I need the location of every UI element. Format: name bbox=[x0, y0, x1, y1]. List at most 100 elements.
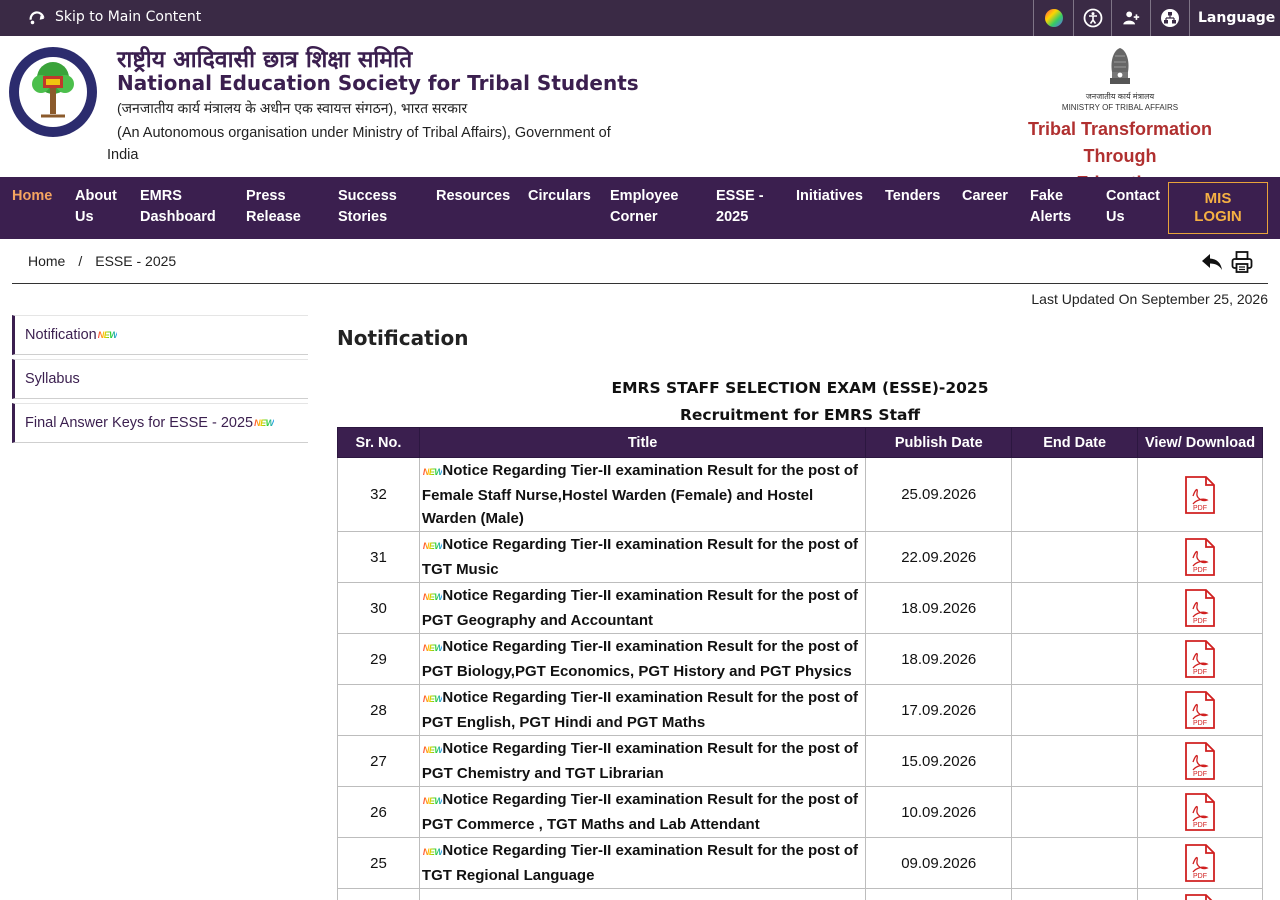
cell-title[interactable]: NEWNotice Regarding Tier-II examination … bbox=[418, 582, 867, 634]
org-subtitle-line1: (An Autonomous organisation under Minist… bbox=[117, 125, 611, 141]
notice-title-link[interactable]: Notice Regarding Tier-II examination Res… bbox=[422, 689, 858, 731]
table-row: 30 NEWNotice Regarding Tier-II examinatio… bbox=[337, 582, 1263, 634]
notice-title-link[interactable]: Notice Regarding Tier-II examination Res… bbox=[422, 638, 858, 680]
pdf-icon[interactable]: PDF bbox=[1184, 793, 1216, 831]
pdf-icon[interactable]: PDF bbox=[1184, 589, 1216, 627]
cell-sr-no: 29 bbox=[337, 633, 420, 685]
language-label: Language bbox=[1198, 10, 1276, 26]
notice-title-link[interactable]: Notice Regarding Tier-II examination Res… bbox=[422, 587, 858, 629]
cell-download: PDF bbox=[1137, 633, 1263, 685]
cell-end-date bbox=[1011, 837, 1139, 889]
org-subtitle-line2: India bbox=[107, 147, 139, 163]
sidebar-item-syllabus[interactable]: Syllabus bbox=[12, 359, 308, 399]
back-icon[interactable] bbox=[1200, 251, 1224, 273]
notice-title-link[interactable]: Notice Regarding Tier-II examination Res… bbox=[422, 842, 858, 884]
cell-sr-no: 25 bbox=[337, 837, 420, 889]
cell-title[interactable]: NEWNotice Regarding Tier-II examination … bbox=[418, 888, 867, 900]
cell-title[interactable]: NEWNotice Regarding Tier-II examination … bbox=[418, 531, 867, 583]
column-header-sr-no: Sr. No. bbox=[337, 427, 420, 458]
site-header: राष्ट्रीय आदिवासी छात्र शिक्षा समिति Nat… bbox=[0, 36, 1280, 193]
notice-title-link[interactable]: Notice Regarding Tier-II examination Res… bbox=[422, 791, 858, 833]
nav-tenders[interactable]: Tenders bbox=[885, 186, 940, 207]
svg-text:PDF: PDF bbox=[1193, 618, 1207, 625]
color-contrast-button[interactable] bbox=[1033, 0, 1073, 36]
mis-login-button[interactable]: MIS LOGIN bbox=[1168, 182, 1268, 234]
cell-title[interactable]: NEWNotice Regarding Tier-II examination … bbox=[418, 735, 867, 787]
cell-download: PDF bbox=[1137, 684, 1263, 736]
ministry-hindi: जनजातीय कार्य मंत्रालय bbox=[1085, 92, 1155, 101]
color-contrast-icon bbox=[1044, 9, 1063, 27]
cell-end-date bbox=[1011, 582, 1139, 634]
nav-resources[interactable]: Resources bbox=[436, 186, 510, 207]
cell-publish-date: 15.09.2026 bbox=[865, 735, 1013, 787]
cell-publish-date: 17.09.2026 bbox=[865, 684, 1013, 736]
last-updated: Last Updated On September 25, 2026 bbox=[1031, 291, 1268, 307]
cell-publish-date: 22.09.2026 bbox=[865, 531, 1013, 583]
breadcrumb-home[interactable]: Home bbox=[28, 253, 65, 269]
notice-title-link[interactable]: Notice Regarding Tier-II examination Res… bbox=[422, 536, 858, 578]
cell-title[interactable]: NEWNotice Regarding Tier-II examination … bbox=[418, 457, 867, 532]
nav-emrs-dashboard[interactable]: EMRS Dashboard bbox=[140, 186, 216, 228]
cell-title[interactable]: NEWNotice Regarding Tier-II examination … bbox=[418, 837, 867, 889]
school-logo[interactable] bbox=[7, 44, 99, 140]
nav-fake-alerts[interactable]: Fake Alerts bbox=[1030, 186, 1071, 228]
sidebar-item-notification[interactable]: Notification NEW bbox=[12, 315, 308, 355]
accessibility-button[interactable] bbox=[1073, 0, 1111, 36]
new-badge: NEW bbox=[423, 841, 443, 864]
new-badge: NEW bbox=[97, 330, 118, 340]
skip-icon bbox=[29, 11, 45, 25]
pdf-icon[interactable]: PDF bbox=[1184, 742, 1216, 780]
sitemap-button[interactable] bbox=[1150, 0, 1189, 36]
cell-publish-date: 07.09.2026 bbox=[865, 888, 1013, 900]
nav-press-release[interactable]: Press Release bbox=[246, 186, 301, 228]
pdf-icon[interactable]: PDF bbox=[1184, 691, 1216, 729]
pdf-icon[interactable]: PDF bbox=[1184, 894, 1216, 900]
skip-to-main-link[interactable]: Skip to Main Content bbox=[28, 8, 201, 26]
print-icon[interactable] bbox=[1231, 250, 1253, 274]
cell-title[interactable]: NEWNotice Regarding Tier-II examination … bbox=[418, 684, 867, 736]
national-emblem-icon bbox=[1110, 48, 1130, 84]
cell-title[interactable]: NEWNotice Regarding Tier-II examination … bbox=[418, 786, 867, 838]
cell-publish-date: 18.09.2026 bbox=[865, 633, 1013, 685]
nav-success-stories[interactable]: Success Stories bbox=[338, 186, 397, 228]
cell-sr-no: 31 bbox=[337, 531, 420, 583]
cell-sr-no: 26 bbox=[337, 786, 420, 838]
accessibility-icon bbox=[1083, 8, 1102, 28]
pdf-icon[interactable]: PDF bbox=[1184, 475, 1216, 514]
users-button[interactable] bbox=[1111, 0, 1150, 36]
exam-title: EMRS STAFF SELECTION EXAM (ESSE)-2025 bbox=[611, 379, 989, 397]
org-subtitle-english: (An Autonomous organisation under Minist… bbox=[107, 122, 657, 166]
nav-contact-us[interactable]: Contact Us bbox=[1106, 186, 1160, 228]
nav-employee-corner[interactable]: Employee Corner bbox=[610, 186, 679, 228]
notice-title-link[interactable]: Notice Regarding Tier-II examination Res… bbox=[422, 740, 858, 782]
cell-download: PDF bbox=[1137, 837, 1263, 889]
cell-end-date bbox=[1011, 684, 1139, 736]
cell-end-date bbox=[1011, 888, 1139, 900]
nav-circulars[interactable]: Circulars bbox=[528, 186, 591, 207]
org-name-english: National Education Society for Tribal St… bbox=[117, 71, 639, 95]
pdf-icon[interactable]: PDF bbox=[1184, 538, 1216, 576]
cell-publish-date: 25.09.2026 bbox=[865, 457, 1013, 532]
pdf-icon[interactable]: PDF bbox=[1184, 640, 1216, 678]
notice-title-link[interactable]: Notice Regarding Tier-II examination Res… bbox=[422, 462, 858, 527]
cell-download: PDF bbox=[1137, 457, 1263, 532]
nav-esse-2025[interactable]: ESSE -2025 bbox=[716, 186, 764, 228]
svg-text:PDF: PDF bbox=[1193, 771, 1207, 778]
cell-download: PDF bbox=[1137, 735, 1263, 787]
nav-about-us[interactable]: About Us bbox=[75, 186, 117, 228]
pdf-icon[interactable]: PDF bbox=[1184, 844, 1216, 882]
users-icon bbox=[1123, 11, 1140, 25]
new-badge: NEW bbox=[423, 790, 443, 813]
cell-title[interactable]: NEWNotice Regarding Tier-II examination … bbox=[418, 633, 867, 685]
new-badge: NEW bbox=[423, 461, 443, 484]
breadcrumb: Home / ESSE - 2025 bbox=[28, 253, 176, 269]
breadcrumb-divider bbox=[12, 283, 1268, 284]
nav-career[interactable]: Career bbox=[962, 186, 1008, 207]
language-selector[interactable]: Language bbox=[1189, 0, 1280, 36]
nav-home[interactable]: Home bbox=[12, 186, 52, 207]
cell-publish-date: 09.09.2026 bbox=[865, 837, 1013, 889]
sidebar-item-final-answer-keys[interactable]: Final Answer Keys for ESSE - 2025 NEW bbox=[12, 403, 308, 443]
svg-text:PDF: PDF bbox=[1193, 873, 1207, 880]
table-row: 27 NEWNotice Regarding Tier-II examinatio… bbox=[337, 735, 1263, 787]
nav-initiatives[interactable]: Initiatives bbox=[796, 186, 863, 207]
